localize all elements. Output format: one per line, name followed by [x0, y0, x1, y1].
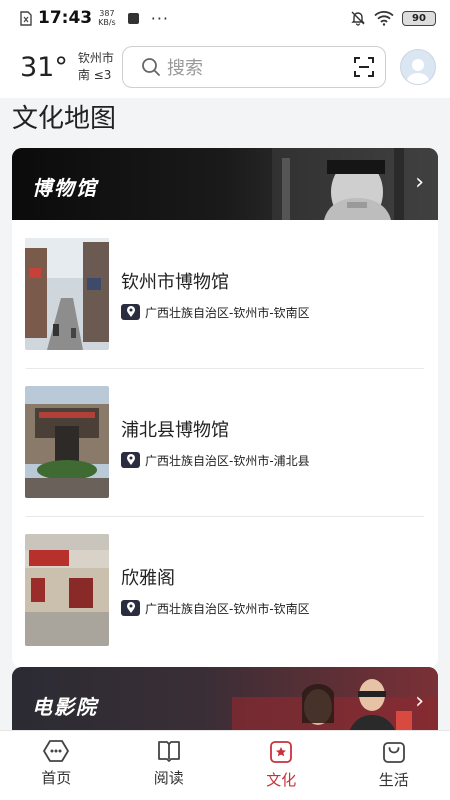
tab-culture[interactable]: 文化	[225, 731, 338, 800]
home-icon	[43, 740, 70, 762]
tab-life[interactable]: 生活	[338, 731, 450, 800]
venue-location: 广西壮族自治区-钦州市-钦南区	[145, 601, 310, 616]
location-pin-icon	[121, 452, 140, 468]
chevron-right-icon[interactable]: ›	[415, 689, 424, 714]
museum-section: 博物馆 › 钦州市博物馆 广西壮族自治区-钦州市-钦南区 浦北县博物馆 广西壮族…	[12, 148, 438, 668]
search-icon	[142, 58, 160, 76]
search-bar[interactable]: 搜索	[122, 46, 386, 88]
sim-card-icon	[20, 10, 32, 26]
bell-off-icon	[351, 11, 365, 26]
more-notifications-icon: ···	[150, 8, 169, 28]
list-item[interactable]: 浦北县博物馆 广西壮族自治区-钦州市-浦北县	[12, 368, 438, 516]
wifi-icon	[374, 11, 394, 26]
section-title: 博物馆	[32, 176, 98, 200]
location-pin-icon	[121, 304, 140, 320]
book-icon	[157, 741, 180, 762]
location-pin-icon	[121, 600, 140, 616]
museum-banner[interactable]: 博物馆 ›	[12, 148, 438, 220]
weather-widget[interactable]: 31° 钦州市 南 ≤3	[20, 50, 120, 84]
scan-icon[interactable]	[353, 56, 375, 78]
bottom-tab-bar: 首页 阅读 文化 生活	[0, 730, 450, 800]
shopping-bag-icon	[382, 742, 405, 763]
main-content[interactable]: 文化地图 博物馆 › 钦州市博物馆 广西壮族自治区-钦州市-钦南区 浦北县博物馆…	[0, 98, 450, 730]
page-title: 文化地图	[12, 104, 117, 134]
notification-icon	[127, 12, 139, 24]
clock: 17:43	[38, 8, 93, 28]
network-speed: 387 KB/s	[98, 9, 116, 27]
cinema-banner[interactable]: 电影院 ›	[12, 667, 438, 730]
list-item[interactable]: 钦州市博物馆 广西壮族自治区-钦州市-钦南区	[12, 220, 438, 368]
search-input[interactable]: 搜索	[167, 54, 203, 80]
status-bar: 17:43 387 KB/s ··· 90	[0, 0, 450, 36]
user-icon	[406, 59, 430, 84]
venue-name: 浦北县博物馆	[121, 419, 229, 441]
venue-photo	[25, 534, 109, 646]
venue-name: 钦州市博物馆	[121, 271, 229, 293]
tab-home[interactable]: 首页	[0, 731, 113, 800]
venue-location: 广西壮族自治区-钦州市-钦南区	[145, 305, 310, 320]
avatar[interactable]	[400, 49, 436, 85]
wind-info: 南 ≤3	[77, 68, 112, 82]
culture-icon	[270, 741, 293, 763]
tab-reading[interactable]: 阅读	[113, 731, 226, 800]
chevron-right-icon[interactable]: ›	[415, 170, 424, 195]
venue-location: 广西壮族自治区-钦州市-浦北县	[145, 453, 310, 468]
temperature: 31°	[20, 51, 68, 83]
app-header: 31° 钦州市 南 ≤3 搜索	[0, 36, 450, 98]
city-name: 钦州市	[77, 51, 114, 65]
cinema-section: 电影院 ›	[12, 667, 438, 730]
list-item[interactable]: 欣雅阁 广西壮族自治区-钦州市-钦南区	[12, 516, 438, 664]
battery-indicator: 90	[402, 10, 436, 26]
venue-photo	[25, 386, 109, 498]
venue-name: 欣雅阁	[121, 567, 175, 589]
section-title: 电影院	[32, 695, 98, 719]
venue-photo	[25, 238, 109, 350]
